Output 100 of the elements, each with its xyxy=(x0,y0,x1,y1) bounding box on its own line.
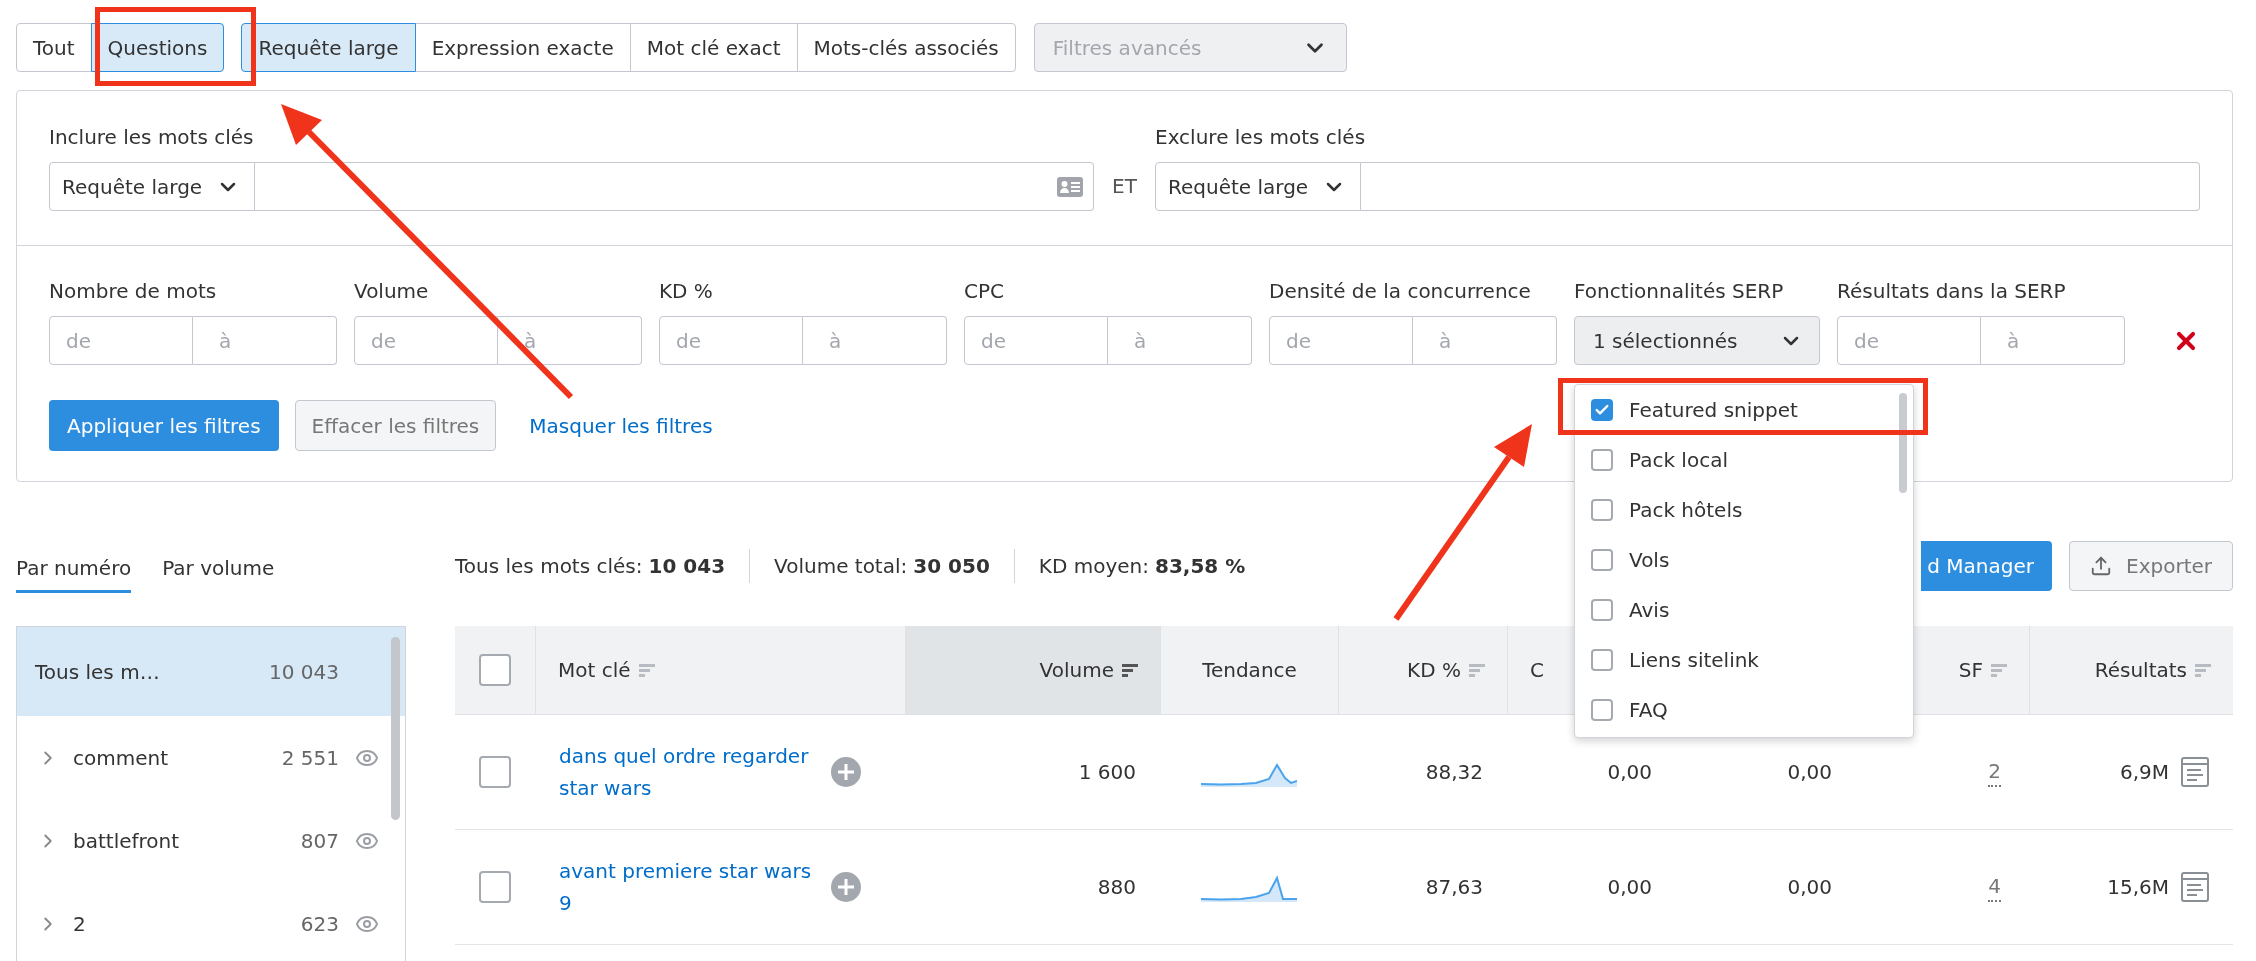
filter-label: Fonctionnalités SERP xyxy=(1574,278,1785,304)
checkbox[interactable] xyxy=(1591,699,1613,721)
column-title[interactable]: SF xyxy=(1958,658,1983,682)
match-type-tab[interactable]: Expression exacte xyxy=(414,23,631,72)
checkbox[interactable] xyxy=(479,654,511,686)
from-field[interactable]: de xyxy=(1837,316,1981,365)
checkbox[interactable] xyxy=(1591,599,1613,621)
menu-option[interactable]: Avis xyxy=(1575,585,1913,635)
from-field[interactable]: de xyxy=(354,316,498,365)
contact-card-icon[interactable] xyxy=(1057,176,1083,197)
group-name: Tous les m… xyxy=(35,659,161,684)
group-tab[interactable]: Par volume xyxy=(162,556,275,593)
filter-label: CPC xyxy=(964,278,1005,304)
checkbox[interactable] xyxy=(479,756,511,788)
document-icon[interactable] xyxy=(2181,757,2209,787)
table-cell: 1 600 xyxy=(1078,760,1136,784)
menu-option[interactable]: Vols xyxy=(1575,535,1913,585)
group-name: 2 xyxy=(73,911,87,936)
table-cell: 0,00 xyxy=(1787,875,1832,899)
menu-option[interactable]: Pack hôtels xyxy=(1575,485,1913,535)
from-field[interactable]: de xyxy=(964,316,1108,365)
table-cell: 15,6M xyxy=(2107,875,2169,899)
clear-filters-button[interactable]: Effacer les filtres xyxy=(294,400,497,451)
to-field[interactable]: à xyxy=(1981,316,2125,365)
menu-option[interactable]: Featured snippet xyxy=(1575,385,1913,435)
table-cell: 0,00 xyxy=(1607,875,1652,899)
menu-option[interactable]: Pack local xyxy=(1575,435,1913,485)
checkbox[interactable] xyxy=(1591,499,1613,521)
to-field[interactable]: à xyxy=(1413,316,1557,365)
to-field[interactable]: à xyxy=(193,316,337,365)
group-count: 623 xyxy=(300,911,339,936)
checkbox[interactable] xyxy=(1591,549,1613,571)
serp-features-count[interactable]: 4 xyxy=(1988,872,2001,902)
keyword-field[interactable] xyxy=(1361,162,2200,211)
export-button[interactable]: Exporter xyxy=(2069,541,2233,591)
to-field[interactable]: à xyxy=(1108,316,1252,365)
summary-stat: Volume total: 30 050 xyxy=(749,549,1014,583)
keyword-link[interactable]: avant premiere star wars 9 xyxy=(559,855,819,919)
to-field[interactable]: à xyxy=(498,316,642,365)
checkbox[interactable] xyxy=(1591,399,1613,421)
group-name: battlefront xyxy=(73,828,181,853)
column-title[interactable]: Tendance xyxy=(1202,658,1297,682)
scrollbar-thumb[interactable] xyxy=(391,637,400,820)
from-field[interactable]: de xyxy=(49,316,193,365)
option-label: Vols xyxy=(1629,547,1670,573)
column-title[interactable]: Mot clé xyxy=(558,658,631,682)
filter-label: Nombre de mots xyxy=(49,278,218,304)
table-cell: 6,9M xyxy=(2119,760,2169,784)
filter-label: Résultats dans la SERP xyxy=(1837,278,2067,304)
scrollbar-thumb[interactable] xyxy=(1899,393,1907,493)
match-mode-select[interactable]: Requête large xyxy=(1155,162,1362,211)
table-cell: 0,00 xyxy=(1787,760,1832,784)
field-label: Inclure les mots clés xyxy=(49,124,255,150)
menu-option[interactable]: Liens sitelink xyxy=(1575,635,1913,685)
menu-option[interactable]: FAQ xyxy=(1575,685,1913,735)
option-label: Liens sitelink xyxy=(1629,647,1759,673)
serp-features-select[interactable]: 1 sélectionnés xyxy=(1574,316,1820,365)
serp-features-count[interactable]: 2 xyxy=(1988,757,2001,787)
to-field[interactable]: à xyxy=(803,316,947,365)
group-tab[interactable]: Par numéro xyxy=(16,556,132,593)
keyword-field[interactable] xyxy=(255,162,1094,211)
group-count: 10 043 xyxy=(269,659,339,684)
column-title[interactable]: KD % xyxy=(1407,658,1461,682)
upload-icon xyxy=(2090,555,2112,577)
group-count: 807 xyxy=(300,828,339,853)
checkbox[interactable] xyxy=(479,871,511,903)
table-cell: 88,32 xyxy=(1425,760,1483,784)
checkbox[interactable] xyxy=(1591,649,1613,671)
connector-label: ET xyxy=(1111,173,1138,200)
group-item[interactable]: Tous les m… 10 043 xyxy=(17,627,405,716)
column-title[interactable]: Volume xyxy=(1039,658,1114,682)
filter-label: Densité de la concurrence xyxy=(1269,278,1532,304)
match-mode-select[interactable]: Requête large xyxy=(49,162,256,211)
match-tab[interactable]: Tout xyxy=(16,23,92,72)
match-type-tab[interactable]: Mot clé exact xyxy=(629,23,798,72)
option-label: Avis xyxy=(1629,597,1670,623)
summary-stat: Tous les mots clés: 10 043 xyxy=(455,553,727,580)
add-icon[interactable] xyxy=(831,757,861,787)
hide-filters-link[interactable]: Masquer les filtres xyxy=(529,413,713,438)
match-type-tab[interactable]: Mots-clés associés xyxy=(796,23,1016,72)
group-count: 2 551 xyxy=(281,745,339,770)
table-cell: 0,00 xyxy=(1607,760,1652,784)
keyword-link[interactable]: dans quel ordre regarder star wars xyxy=(559,740,819,804)
column-title[interactable]: C xyxy=(1530,658,1544,682)
option-label: FAQ xyxy=(1629,697,1668,723)
from-field[interactable]: de xyxy=(1269,316,1413,365)
column-title[interactable]: Résultats xyxy=(2094,658,2187,682)
filter-label: KD % xyxy=(659,278,714,304)
from-field[interactable]: de xyxy=(659,316,803,365)
filter-label: Volume xyxy=(354,278,430,304)
option-label: Featured snippet xyxy=(1629,397,1798,423)
match-type-tab[interactable]: Requête large xyxy=(241,23,416,72)
checkbox[interactable] xyxy=(1591,449,1613,471)
option-label: Pack hôtels xyxy=(1629,497,1743,523)
sort-icon[interactable] xyxy=(1122,662,1138,678)
table-cell: 880 xyxy=(1097,875,1136,899)
table-cell: 87,63 xyxy=(1425,875,1483,899)
add-icon[interactable] xyxy=(831,872,861,902)
match-tab[interactable]: Questions xyxy=(90,23,225,72)
document-icon[interactable] xyxy=(2181,872,2209,902)
